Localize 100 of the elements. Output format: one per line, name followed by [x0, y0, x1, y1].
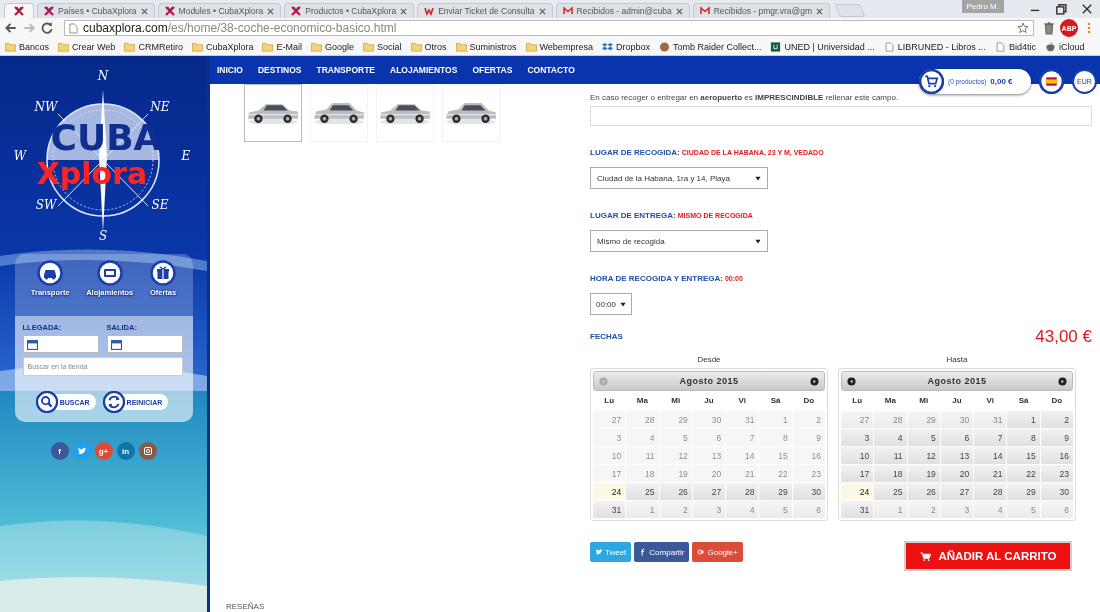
back-icon[interactable] — [4, 21, 18, 35]
day-cell[interactable]: 19 — [907, 465, 940, 482]
day-cell[interactable]: 27 — [692, 483, 726, 500]
bookmark[interactable]: LIBRUNED - Libros ... — [883, 41, 986, 52]
day-cell[interactable]: 31 — [841, 501, 874, 518]
next-icon[interactable] — [1058, 376, 1067, 386]
browser-tab[interactable]: Enviar Ticket de Consulta — [417, 3, 553, 18]
nav-link[interactable]: CONTACTO — [527, 65, 575, 75]
day-cell[interactable]: 5 — [907, 429, 940, 446]
bookmark[interactable]: iCloud — [1044, 41, 1085, 52]
nav-link[interactable]: INICIO — [217, 65, 243, 75]
select-field[interactable]: Mismo de recogida — [590, 230, 768, 252]
day-cell[interactable]: 4 — [874, 429, 907, 446]
day-cell[interactable]: 25 — [874, 483, 907, 500]
day-cell[interactable]: 12 — [907, 447, 940, 464]
close-icon[interactable] — [400, 7, 408, 15]
bookmark[interactable]: Otros — [410, 41, 447, 52]
day-cell[interactable]: 7 — [974, 429, 1007, 446]
day-cell[interactable]: 2 — [1040, 411, 1073, 428]
bookmark[interactable]: Google — [310, 41, 354, 52]
browser-tab[interactable]: Recibidos - admin@cuba — [555, 3, 690, 18]
close-icon[interactable] — [140, 7, 148, 15]
address-bar[interactable]: cubaxplora.com/es/home/38-coche-economico-basico.html — [64, 20, 1034, 36]
cart-icon — [919, 551, 931, 561]
bookmark[interactable]: Bid4tic — [994, 41, 1036, 52]
day-cell[interactable]: 23 — [1040, 465, 1073, 482]
day-cell[interactable]: 31 — [593, 501, 626, 518]
bookmark[interactable]: Social — [363, 41, 402, 52]
day-cell[interactable]: 26 — [907, 483, 940, 500]
date-field[interactable] — [106, 335, 183, 353]
day-cell: 27 — [593, 411, 626, 428]
day-cell[interactable]: 21 — [974, 465, 1007, 482]
trash-icon[interactable] — [1042, 21, 1056, 35]
day-cell[interactable]: 28 — [726, 483, 759, 500]
close-icon[interactable] — [675, 7, 683, 15]
browser-tab[interactable] — [4, 3, 34, 18]
star-icon[interactable] — [1017, 22, 1029, 34]
browser-tab[interactable]: Países • CubaXplora — [37, 3, 155, 18]
select-field[interactable]: Ciudad de la Habana, 1ra y 14, Playa — [590, 167, 768, 189]
add-to-cart-button[interactable]: AÑADIR AL CARRITO — [904, 541, 1072, 571]
day-cell[interactable]: 30 — [1040, 483, 1073, 500]
bookmark[interactable]: CRMRetiro — [124, 41, 183, 52]
flag-icon[interactable] — [1039, 69, 1064, 94]
day-cell[interactable]: 8 — [1007, 429, 1040, 446]
weekday-label: Vi — [737, 395, 747, 407]
day-cell[interactable]: 6 — [940, 429, 974, 446]
browser-tab[interactable]: Modules • CubaXplora — [157, 3, 282, 18]
bookmark[interactable]: Tomb Raider Collect... — [658, 41, 762, 52]
bookmark[interactable]: Webempresa — [525, 41, 593, 52]
share-button[interactable]: Google+ — [692, 542, 743, 562]
day-cell[interactable]: 1 — [1007, 411, 1040, 428]
day-cell[interactable]: 29 — [759, 483, 792, 500]
day-cell[interactable]: 28 — [974, 483, 1007, 500]
next-icon[interactable] — [810, 376, 819, 386]
close-icon[interactable] — [267, 7, 275, 15]
bookmark[interactable]: E-Mail — [262, 41, 302, 52]
day-cell[interactable]: 20 — [940, 465, 974, 482]
day-cell[interactable]: 30 — [792, 483, 825, 500]
folder-icon — [525, 41, 537, 52]
reload-icon[interactable] — [40, 21, 54, 35]
day-cell[interactable]: 26 — [659, 483, 692, 500]
page-icon — [883, 41, 895, 52]
nav-link[interactable]: TRANSPORTE — [316, 65, 375, 75]
day-cell[interactable]: 10 — [841, 447, 874, 464]
bookmark[interactable]: Suministros — [455, 41, 517, 52]
bookmark[interactable]: Dropbox — [601, 41, 650, 52]
day-cell[interactable]: 25 — [626, 483, 659, 500]
browser-tab[interactable]: Productos • CubaXplora — [284, 3, 415, 18]
day-cell[interactable]: 13 — [940, 447, 974, 464]
day-cell[interactable]: 11 — [874, 447, 907, 464]
bookmark[interactable]: CubaXplora — [191, 41, 254, 52]
browser-tab[interactable]: Recibidos - pmgr.vra@gm — [692, 3, 831, 18]
select-field[interactable]: 00:00 — [590, 293, 632, 315]
day-cell[interactable]: 24 — [841, 483, 874, 500]
bookmark[interactable]: Bancos — [5, 41, 50, 52]
close-icon[interactable] — [538, 7, 546, 15]
share-button[interactable]: Compartir — [634, 542, 690, 562]
day-cell[interactable]: 9 — [1040, 429, 1073, 446]
thumbnail[interactable] — [244, 84, 302, 142]
nav-link[interactable]: ALOJAMIENTOS — [390, 65, 458, 75]
day-cell[interactable]: 24 — [593, 483, 626, 500]
nav-link[interactable]: OFERTAS — [472, 65, 513, 75]
compass-letter: W — [13, 149, 27, 163]
close-icon[interactable] — [816, 7, 824, 15]
bookmark[interactable]: Crear Web — [58, 41, 116, 52]
day-cell: 13 — [692, 447, 726, 464]
day-cell[interactable]: 14 — [974, 447, 1007, 464]
text-field[interactable] — [590, 106, 1092, 126]
day-cell[interactable]: 17 — [841, 465, 874, 482]
day-cell[interactable]: 16 — [1040, 447, 1073, 464]
bookmark[interactable]: UNED | Universidad ... — [770, 41, 875, 52]
day-cell[interactable]: 3 — [841, 429, 874, 446]
day-cell[interactable]: 18 — [874, 465, 907, 482]
day-cell[interactable]: 27 — [940, 483, 974, 500]
date-field[interactable] — [22, 335, 99, 353]
nav-link[interactable]: DESTINOS — [258, 65, 302, 75]
prev-icon[interactable] — [847, 376, 856, 386]
day-cell[interactable]: 15 — [1007, 447, 1040, 464]
day-cell[interactable]: 29 — [1007, 483, 1040, 500]
day-cell[interactable]: 22 — [1007, 465, 1040, 482]
